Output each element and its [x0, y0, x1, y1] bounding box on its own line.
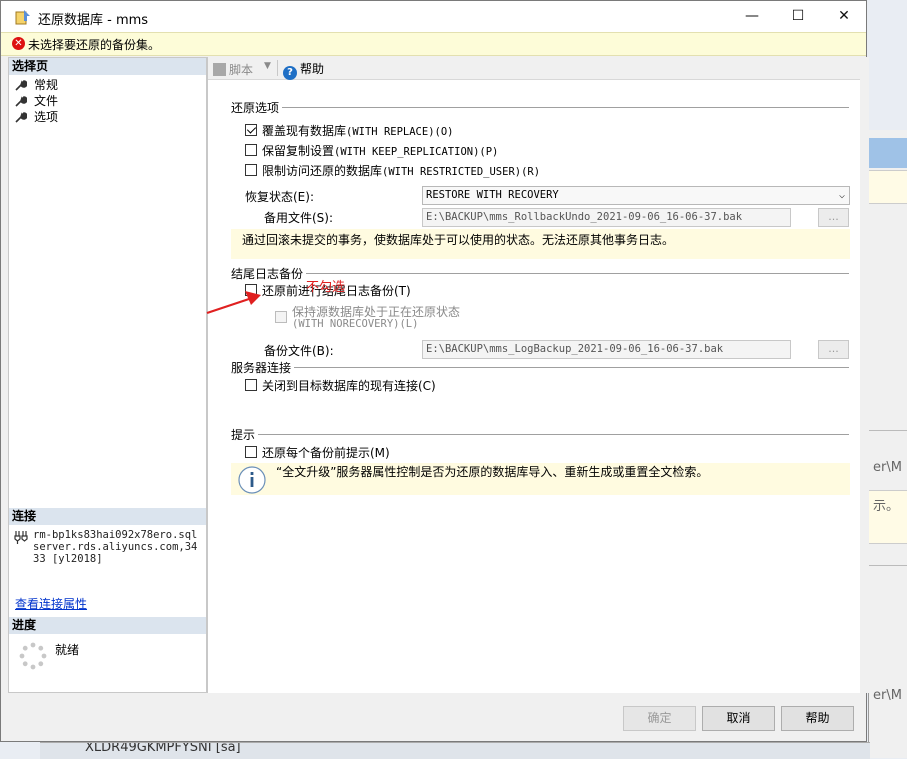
- background-text: er\M: [873, 460, 902, 475]
- restore-options-group-title: 还原选项: [231, 101, 280, 115]
- database-restore-icon: [15, 10, 30, 25]
- script-button[interactable]: 脚本: [213, 61, 253, 78]
- close-connections-checkbox[interactable]: [245, 379, 257, 391]
- restricted-user-label-cn: 限制访问还原的数据库: [262, 164, 383, 178]
- annotation-arrow-icon: [206, 291, 261, 315]
- recovery-note-panel: 通过回滚未提交的事务，使数据库处于可以使用的状态。无法还原其他事务日志。: [231, 229, 850, 259]
- view-connection-properties-link[interactable]: 查看连接属性: [15, 595, 87, 612]
- info-icon: [238, 466, 266, 494]
- page-item-files[interactable]: 文件: [15, 92, 58, 108]
- error-message: 未选择要还原的备份集。: [28, 38, 161, 52]
- page-item-label: 常规: [34, 78, 59, 92]
- standby-file-field[interactable]: E:\BACKUP\mms_RollbackUndo_2021-09-06_16…: [422, 208, 791, 227]
- connection-icon: [14, 531, 28, 544]
- recovery-state-label: 恢复状态(E):: [245, 190, 314, 204]
- help-icon: ?: [283, 66, 297, 80]
- script-icon: [213, 63, 226, 76]
- page-selector-panel: 选择页 常规 文件 选项 连接 rm-bp1ks83hai092x78ero.s…: [8, 57, 207, 693]
- background-bottom-strip: XLDR49GKMPFYSNI [sa]: [40, 742, 870, 759]
- background-text: er\M: [873, 688, 902, 703]
- restricted-user-label[interactable]: 限制访问还原的数据库(WITH RESTRICTED_USER)(R): [262, 162, 540, 179]
- background-window: er\M 示。 er\M: [868, 130, 907, 758]
- window-title: 还原数据库 - mms: [38, 13, 149, 28]
- chevron-down-icon: ⌵: [838, 190, 845, 201]
- maximize-button[interactable]: ☐: [775, 1, 821, 32]
- page-item-general[interactable]: 常规: [15, 76, 58, 92]
- progress-status: 就绪: [55, 643, 80, 657]
- server-connections-group-title: 服务器连接: [231, 361, 292, 375]
- options-content: 还原选项 覆盖现有数据库(WITH REPLACE)(O) 保留复制设置(WIT…: [208, 80, 860, 693]
- background-info-bar: [869, 170, 907, 204]
- group-divider: [294, 367, 849, 368]
- restricted-user-checkbox[interactable]: [245, 164, 257, 176]
- chevron-down-icon[interactable]: ▼: [264, 61, 271, 71]
- wrench-icon: [15, 112, 27, 123]
- close-button[interactable]: ✕: [821, 1, 867, 32]
- options-panel: 脚本 ▼ ? 帮助 还原选项 覆盖现有数据库(WITH REPLACE)(O) 保…: [207, 57, 869, 693]
- recovery-state-select[interactable]: RESTORE WITH RECOVERY ⌵: [422, 186, 850, 205]
- standby-file-label: 备用文件(S):: [264, 211, 334, 225]
- wrench-icon: [15, 80, 27, 91]
- script-label: 脚本: [229, 63, 254, 77]
- background-divider: [869, 430, 907, 431]
- norecovery-label-en: (WITH NORECOVERY)(L): [292, 318, 419, 330]
- recovery-note-text: 通过回滚未提交的事务，使数据库处于可以使用的状态。无法还原其他事务日志。: [242, 233, 675, 247]
- keep-replication-label-en: (WITH KEEP_REPLICATION)(P): [334, 146, 499, 158]
- connection-header: 连接: [9, 508, 206, 525]
- prompt-before-checkbox[interactable]: [245, 446, 257, 458]
- restricted-user-label-en: (WITH RESTRICTED_USER)(R): [382, 166, 541, 178]
- annotation-label: 不勾选: [306, 280, 346, 295]
- standby-file-browse-button[interactable]: ...: [818, 208, 849, 227]
- toolbar-separator: [277, 60, 278, 76]
- keep-replication-label[interactable]: 保留复制设置(WITH KEEP_REPLICATION)(P): [262, 142, 498, 159]
- minimize-button[interactable]: —: [729, 1, 775, 32]
- close-connections-label[interactable]: 关闭到目标数据库的现有连接(C): [262, 377, 436, 394]
- keep-replication-label-cn: 保留复制设置: [262, 144, 335, 158]
- page-item-label: 选项: [34, 110, 59, 124]
- overwrite-checkbox[interactable]: [245, 124, 257, 136]
- help-button[interactable]: 帮助: [781, 706, 854, 731]
- wrench-icon: [15, 96, 27, 107]
- info-note-text: “全文升级”服务器属性控制是否为还原的数据库导入、重新生成或重置全文检索。: [276, 465, 709, 479]
- group-divider: [282, 107, 849, 108]
- vertical-scrollbar[interactable]: [860, 79, 869, 693]
- prompt-before-label[interactable]: 还原每个备份前提示(M): [262, 444, 390, 461]
- background-titlebar: [869, 138, 907, 168]
- help-toolbar-button[interactable]: ? 帮助: [283, 60, 324, 80]
- background-text: 示。: [873, 499, 900, 514]
- overwrite-label[interactable]: 覆盖现有数据库(WITH REPLACE)(O): [262, 122, 453, 139]
- cancel-button[interactable]: 取消: [702, 706, 775, 731]
- group-divider: [258, 434, 849, 435]
- connection-info: rm-bp1ks83hai092x78ero.sqlserver.rds.ali…: [33, 529, 198, 565]
- progress-header: 进度: [9, 617, 206, 634]
- ok-button[interactable]: 确定: [623, 706, 696, 731]
- tail-log-group-title: 结尾日志备份: [231, 267, 304, 281]
- backup-file-field[interactable]: E:\BACKUP\mms_LogBackup_2021-09-06_16-06…: [422, 340, 791, 359]
- info-note-panel: “全文升级”服务器属性控制是否为还原的数据库导入、重新生成或重置全文检索。: [231, 463, 850, 495]
- overwrite-label-en: (WITH REPLACE)(O): [346, 126, 454, 138]
- background-divider: [869, 565, 907, 566]
- title-bar[interactable]: 还原数据库 - mms — ☐ ✕: [1, 1, 866, 32]
- error-message-bar: ✕ 未选择要还原的备份集。: [1, 32, 866, 56]
- backup-file-label: 备份文件(B):: [264, 344, 334, 358]
- keep-replication-checkbox[interactable]: [245, 144, 257, 156]
- group-divider: [306, 273, 849, 274]
- recovery-state-value: RESTORE WITH RECOVERY: [426, 189, 559, 201]
- page-item-label: 文件: [34, 94, 59, 108]
- overwrite-label-cn: 覆盖现有数据库: [262, 124, 347, 138]
- error-icon: ✕: [12, 37, 25, 50]
- backup-file-browse-button[interactable]: ...: [818, 340, 849, 359]
- toolbar: 脚本 ▼ ? 帮助: [208, 57, 869, 80]
- norecovery-checkbox[interactable]: [275, 311, 287, 323]
- restore-database-dialog: 还原数据库 - mms — ☐ ✕ ✕ 未选择要还原的备份集。 选择页 常规 文…: [0, 0, 869, 742]
- page-item-options[interactable]: 选项: [15, 108, 58, 124]
- progress-spinner-icon: [19, 642, 47, 670]
- prompt-group-title: 提示: [231, 428, 256, 442]
- help-label: 帮助: [300, 62, 325, 76]
- background-text: XLDR49GKMPFYSNI [sa]: [85, 742, 241, 755]
- select-page-header: 选择页: [9, 58, 206, 75]
